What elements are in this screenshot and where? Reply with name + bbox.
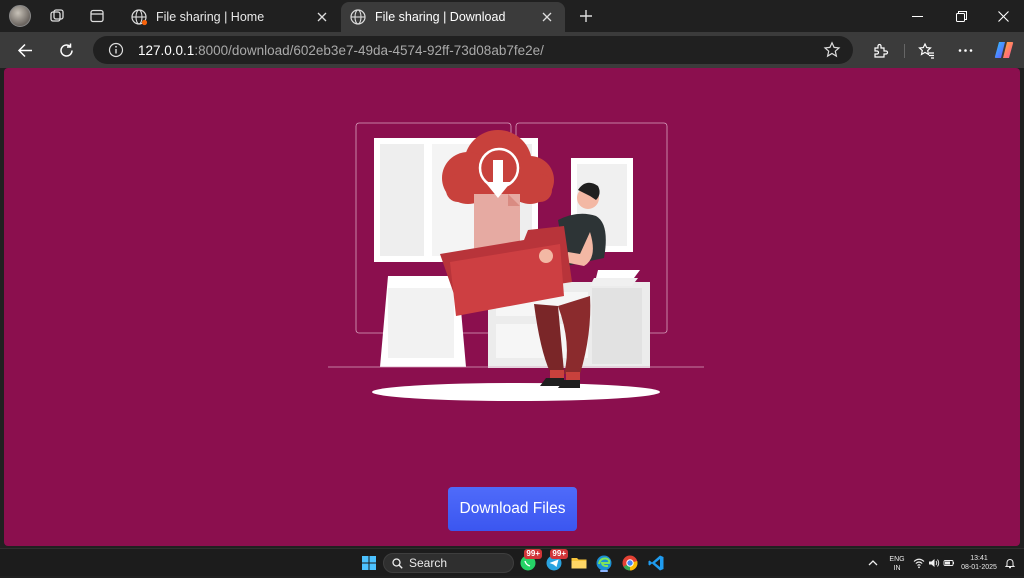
- refresh-button[interactable]: [52, 36, 80, 64]
- notification-badge: 99+: [524, 549, 542, 559]
- minimize-icon: [911, 15, 923, 17]
- favorite-star-icon[interactable]: [823, 41, 841, 59]
- download-files-button[interactable]: Download Files: [448, 487, 577, 531]
- plus-icon: [580, 10, 592, 22]
- edge-taskbar-icon[interactable]: [594, 553, 614, 573]
- search-label: Search: [409, 556, 448, 570]
- active-app-indicator: [600, 570, 608, 572]
- clock-date: 08-01-2025: [961, 564, 997, 571]
- battery-icon[interactable]: [943, 557, 955, 569]
- download-page: Download Files: [4, 68, 1020, 546]
- windows-taskbar: Search 99+ 99+ ENG IN 13:41 08-01-2025: [0, 548, 1024, 576]
- taskbar-search-box[interactable]: Search: [383, 553, 514, 573]
- notification-bell-icon[interactable]: [1004, 557, 1016, 569]
- close-tab-icon[interactable]: [310, 5, 334, 29]
- tab-download[interactable]: File sharing | Download: [341, 2, 565, 32]
- browser-toolbar: 127.0.0.1:8000/download/602eb3e7-49da-45…: [0, 32, 1024, 68]
- clock[interactable]: 13:41 08-01-2025: [958, 554, 1000, 572]
- close-window-button[interactable]: [980, 0, 1024, 32]
- notification-badge: 99+: [550, 549, 568, 559]
- globe-icon: [349, 8, 367, 26]
- info-icon[interactable]: [108, 42, 124, 58]
- more-icon: [958, 48, 972, 52]
- clock-time: 13:41: [970, 555, 988, 562]
- tab-home[interactable]: File sharing | Home: [122, 2, 340, 32]
- chrome-taskbar-icon[interactable]: [620, 553, 640, 573]
- volume-icon[interactable]: [928, 557, 940, 569]
- puzzle-icon: [873, 43, 888, 58]
- back-button[interactable]: [11, 36, 39, 64]
- copilot-icon: [994, 42, 1014, 58]
- profile-avatar[interactable]: [9, 5, 31, 27]
- file-download-illustration: [328, 122, 704, 401]
- telegram-taskbar-icon[interactable]: 99+: [544, 549, 568, 573]
- chevron-up-icon[interactable]: [866, 556, 880, 570]
- restore-button[interactable]: [938, 0, 984, 32]
- region-label: IN: [893, 565, 901, 572]
- address-bar[interactable]: 127.0.0.1:8000/download/602eb3e7-49da-45…: [93, 36, 853, 64]
- search-icon: [392, 557, 403, 569]
- whatsapp-taskbar-icon[interactable]: 99+: [518, 549, 542, 573]
- copilot-button[interactable]: [990, 36, 1018, 64]
- close-tab-icon[interactable]: [535, 5, 559, 29]
- tab-actions-icon[interactable]: [83, 2, 111, 30]
- favorites-button[interactable]: [912, 36, 940, 64]
- favorites-icon: [917, 42, 934, 59]
- language-indicator[interactable]: ENG IN: [886, 555, 908, 573]
- extensions-button[interactable]: [866, 36, 894, 64]
- toolbar-divider: [904, 44, 905, 58]
- globe-icon: [130, 8, 148, 26]
- url-host: 127.0.0.1: [138, 42, 195, 58]
- minimize-button[interactable]: [894, 0, 940, 32]
- tab-title: File sharing | Home: [156, 10, 265, 24]
- tab-title: File sharing | Download: [375, 10, 506, 24]
- more-menu-button[interactable]: [951, 36, 979, 64]
- language-label: ENG: [889, 556, 905, 563]
- file-explorer-taskbar-icon[interactable]: [569, 553, 589, 573]
- restore-icon: [955, 10, 967, 22]
- arrow-left-icon: [17, 43, 32, 57]
- refresh-icon: [59, 43, 73, 57]
- workspaces-icon[interactable]: [43, 2, 71, 30]
- start-menu-icon[interactable]: [359, 553, 379, 573]
- close-icon: [997, 10, 1009, 22]
- new-tab-button[interactable]: [574, 4, 598, 28]
- vscode-taskbar-icon[interactable]: [646, 553, 666, 573]
- wifi-icon[interactable]: [913, 557, 925, 569]
- url-path: :8000/download/602eb3e7-49da-4574-92ff-7…: [194, 42, 544, 58]
